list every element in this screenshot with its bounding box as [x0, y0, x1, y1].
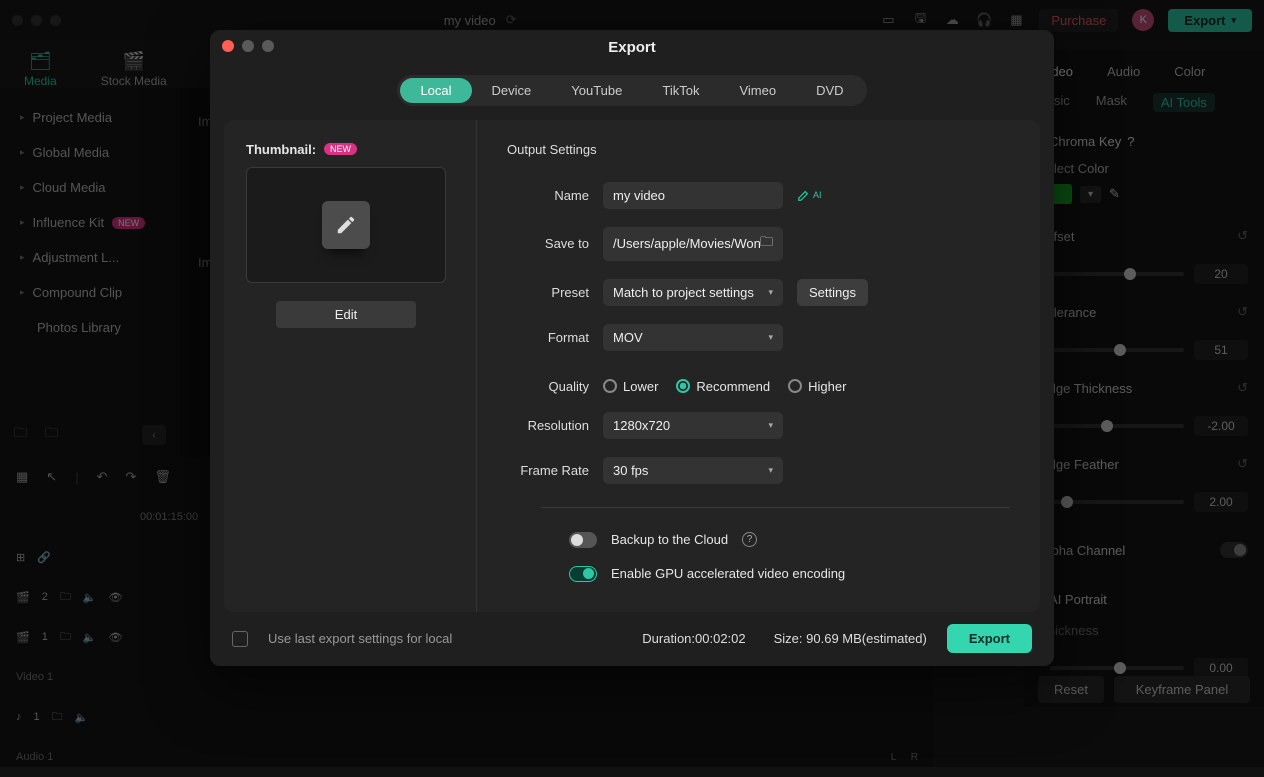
saveto-value: /Users/apple/Movies/Won — [613, 236, 760, 251]
thumbnail-section: Thumbnail: NEW Edit — [224, 120, 476, 612]
thumbnail-label: Thumbnail: — [246, 142, 316, 157]
close-icon[interactable] — [222, 40, 234, 52]
export-tab-vimeo[interactable]: Vimeo — [719, 78, 796, 103]
radio-label: Recommend — [696, 379, 770, 394]
export-tab-local[interactable]: Local — [400, 78, 471, 103]
export-confirm-button[interactable]: Export — [947, 624, 1032, 653]
export-tab-tiktok[interactable]: TikTok — [642, 78, 719, 103]
preset-select[interactable]: Match to project settings ▾ — [603, 279, 783, 306]
preset-label: Preset — [507, 285, 589, 300]
ai-suffix: AI — [813, 190, 822, 200]
export-tab-device[interactable]: Device — [472, 78, 552, 103]
maximize-icon[interactable] — [262, 40, 274, 52]
output-settings-section: Output Settings Name my video AI Save to… — [476, 120, 1040, 612]
name-value: my video — [613, 188, 665, 203]
output-settings-title: Output Settings — [507, 142, 1010, 173]
name-label: Name — [507, 188, 589, 203]
backup-cloud-label: Backup to the Cloud — [611, 532, 728, 547]
preset-value: Match to project settings — [613, 285, 754, 300]
resolution-label: Resolution — [507, 418, 589, 433]
use-last-label: Use last export settings for local — [268, 631, 452, 646]
duration-info: Duration:00:02:02 — [642, 631, 745, 646]
thumbnail-edit-button[interactable]: Edit — [276, 301, 416, 328]
chevron-down-icon: ▾ — [768, 332, 773, 343]
quality-higher-radio[interactable]: Higher — [788, 379, 846, 394]
framerate-label: Frame Rate — [507, 463, 589, 478]
chevron-down-icon: ▾ — [768, 420, 773, 431]
resolution-value: 1280x720 — [613, 418, 670, 433]
format-select[interactable]: MOV ▾ — [603, 324, 783, 351]
dialog-title: Export — [608, 39, 656, 56]
divider — [541, 507, 1010, 508]
framerate-value: 30 fps — [613, 463, 648, 478]
format-label: Format — [507, 330, 589, 345]
backup-cloud-toggle[interactable] — [569, 532, 597, 548]
format-value: MOV — [613, 330, 643, 345]
quality-recommend-radio[interactable]: Recommend — [676, 379, 770, 394]
help-icon[interactable]: ? — [742, 532, 757, 547]
dialog-window-controls[interactable] — [222, 40, 274, 52]
framerate-select[interactable]: 30 fps ▾ — [603, 457, 783, 484]
chevron-down-icon: ▾ — [768, 287, 773, 298]
pencil-icon — [322, 201, 370, 249]
radio-label: Higher — [808, 379, 846, 394]
use-last-checkbox[interactable] — [232, 631, 248, 647]
gpu-toggle[interactable] — [569, 566, 597, 582]
export-tab-dvd[interactable]: DVD — [796, 78, 863, 103]
export-dialog: Export Local Device YouTube TikTok Vimeo… — [210, 30, 1054, 666]
dialog-titlebar: Export — [210, 30, 1054, 65]
minimize-icon[interactable] — [242, 40, 254, 52]
folder-icon[interactable]: 🗀 — [760, 233, 773, 255]
saveto-input[interactable]: /Users/apple/Movies/Won 🗀 — [603, 227, 783, 261]
thumbnail-preview[interactable] — [246, 167, 446, 283]
saveto-label: Save to — [507, 236, 589, 251]
size-info: Size: 90.69 MB(estimated) — [774, 631, 927, 646]
export-tab-youtube[interactable]: YouTube — [551, 78, 642, 103]
resolution-select[interactable]: 1280x720 ▾ — [603, 412, 783, 439]
dialog-footer: Use last export settings for local Durat… — [210, 612, 1054, 666]
ai-rename-button[interactable]: AI — [797, 188, 822, 202]
radio-label: Lower — [623, 379, 658, 394]
new-badge: NEW — [324, 143, 357, 155]
preset-settings-button[interactable]: Settings — [797, 279, 868, 306]
export-target-tabs: Local Device YouTube TikTok Vimeo DVD — [210, 65, 1054, 120]
quality-lower-radio[interactable]: Lower — [603, 379, 658, 394]
chevron-down-icon: ▾ — [768, 465, 773, 476]
gpu-label: Enable GPU accelerated video encoding — [611, 566, 845, 581]
quality-label: Quality — [507, 379, 589, 394]
name-input[interactable]: my video — [603, 182, 783, 209]
